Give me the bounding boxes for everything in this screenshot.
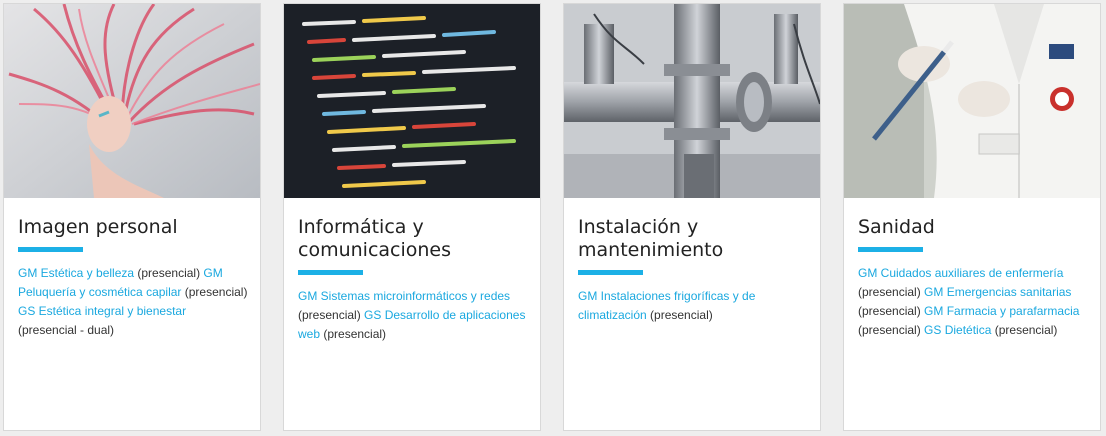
card-title: Imagen personal [18,216,178,238]
course-list: GM Sistemas microinformáticos y redes (p… [298,287,528,344]
card-image-informatica [284,4,540,198]
course-list: GM Estética y belleza (presencial) GM Pe… [18,264,248,340]
course-mode: (presencial - dual) [18,323,115,337]
title-underline [578,270,643,275]
course-link[interactable]: GM Estética y belleza [18,266,134,280]
card-body: Informática y comunicaciones GM Sistemas… [298,216,528,344]
card-title: Informática y comunicaciones [298,216,452,261]
card-informatica: Informática y comunicaciones GM Sistemas… [283,3,541,431]
course-list: GM Instalaciones frigoríficas y de clima… [578,287,808,325]
card-body: Instalación y mantenimiento GM Instalaci… [578,216,808,325]
card-sanidad: Sanidad GM Cuidados auxiliares de enferm… [843,3,1101,431]
card-title: Instalación y mantenimiento [578,216,724,261]
title-underline [298,270,363,275]
course-link[interactable]: GM Farmacia y parafarmacia [924,304,1079,318]
card-body: Imagen personal GM Estética y belleza (p… [18,216,248,340]
course-mode: (presencial) [858,304,925,318]
course-link[interactable]: GM Sistemas microinformáticos y redes [298,289,510,303]
card-body: Sanidad GM Cuidados auxiliares de enferm… [858,216,1088,340]
course-list: GM Cuidados auxiliares de enfermería (pr… [858,264,1088,340]
course-mode: (presencial) [858,323,925,337]
course-link[interactable]: GM Cuidados auxiliares de enfermería [858,266,1063,280]
course-cards-grid: Imagen personal GM Estética y belleza (p… [0,0,1106,436]
card-image-sanidad [844,4,1100,198]
card-image-imagen-personal [4,4,260,198]
course-mode: (presencial) [298,308,365,322]
course-mode: (presencial) [858,285,925,299]
course-mode: (presencial) [134,266,204,280]
course-link[interactable]: GM Emergencias sanitarias [924,285,1071,299]
title-underline [858,247,923,252]
card-instalacion: Instalación y mantenimiento GM Instalaci… [563,3,821,431]
course-link[interactable]: GS Estética integral y bienestar [18,304,186,318]
card-title: Sanidad [858,216,935,238]
course-link[interactable]: GS Dietética [924,323,991,337]
title-underline [18,247,83,252]
card-imagen-personal: Imagen personal GM Estética y belleza (p… [3,3,261,431]
card-image-instalacion [564,4,820,198]
course-mode: (presencial) [991,323,1058,337]
course-mode: (presencial) [181,285,248,299]
course-mode: (presencial) [320,327,387,341]
course-mode: (presencial) [646,308,713,322]
